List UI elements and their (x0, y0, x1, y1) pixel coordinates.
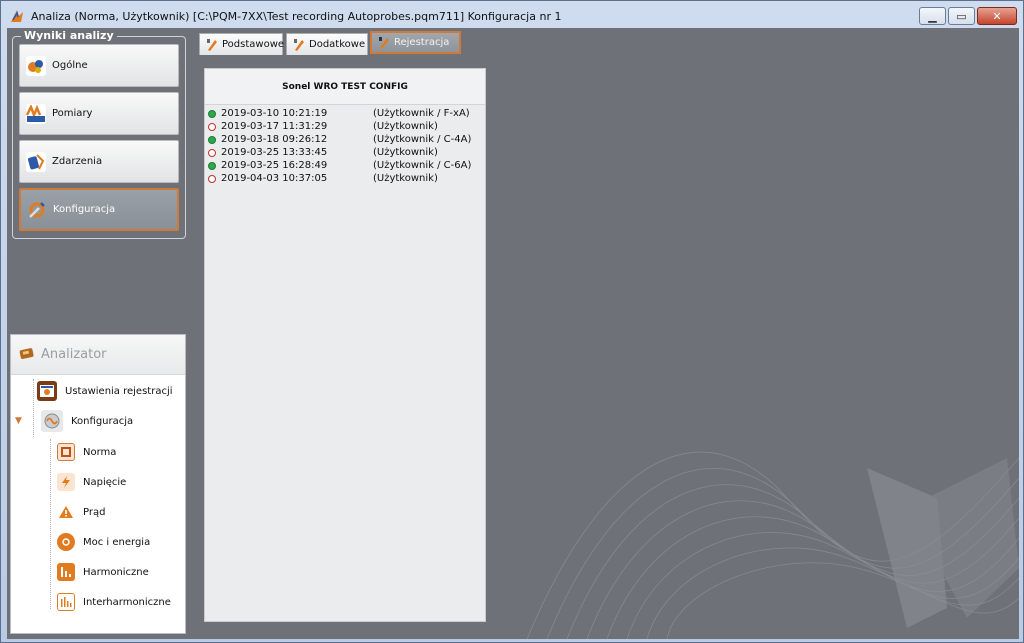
nav-button-measurements[interactable]: Pomiary (19, 92, 179, 135)
analyzer-icon (19, 346, 35, 364)
tree-connector (50, 439, 51, 609)
tab-basic[interactable]: Podstawowe (199, 33, 285, 55)
norm-icon (57, 443, 75, 461)
chevron-down-icon[interactable]: ▼ (15, 416, 25, 426)
configuration-tree-icon (41, 410, 63, 432)
entry-timestamp: 2019-04-03 10:37:05 (221, 173, 328, 184)
events-icon (26, 151, 46, 172)
recording-list: 2019-03-10 10:21:19 (Użytkownik / F-xA) … (205, 105, 485, 185)
status-stop-icon (208, 148, 216, 157)
tree-item-label: Ustawienia rejestracji (65, 385, 173, 397)
restore-button[interactable]: ▭ (948, 7, 975, 25)
nav-button-measurements-label: Pomiary (52, 108, 93, 119)
analyzer-header: Analizator (11, 335, 185, 375)
edit-icon (293, 38, 305, 52)
power-energy-icon (57, 533, 75, 551)
entry-info: (Użytkownik / C-6A) (373, 160, 472, 171)
main-area: Wyniki analizy Ogólne Pomiary Zdarzenia (7, 28, 1019, 639)
status-stop-icon (208, 174, 216, 183)
nav-button-configuration-label: Konfiguracja (53, 204, 116, 215)
nav-button-events-label: Zdarzenia (52, 156, 103, 167)
config-panel-title: Sonel WRO TEST CONFIG (205, 69, 485, 105)
harmonics-icon (57, 563, 75, 581)
nav-button-general[interactable]: Ogólne (19, 44, 179, 87)
tree-item-label: Moc i energia (83, 536, 151, 548)
tree-item-label: Norma (83, 446, 117, 458)
tab-label: Podstawowe (222, 39, 285, 50)
status-start-icon (208, 135, 216, 144)
entry-info: (Użytkownik) (373, 121, 438, 132)
tree-item-interharmonics[interactable]: Interharmoniczne (57, 590, 171, 614)
title-bar: Analiza (Norma, Użytkownik) [C:\PQM-7XX\… (1, 1, 1023, 31)
nav-button-general-label: Ogólne (52, 60, 88, 71)
entry-info: (Użytkownik / F-xA) (373, 108, 470, 119)
analysis-results-legend: Wyniki analizy (21, 29, 117, 42)
entry-info: (Użytkownik / C-4A) (373, 134, 472, 145)
recording-entry[interactable]: 2019-03-18 09:26:12 (Użytkownik / C-4A) (205, 133, 485, 146)
status-start-icon (208, 109, 216, 118)
edit-icon (378, 36, 390, 50)
entry-timestamp: 2019-03-18 09:26:12 (221, 134, 328, 145)
recording-entry[interactable]: 2019-03-25 16:28:49 (Użytkownik / C-6A) (205, 159, 485, 172)
tree-item-label: Interharmoniczne (83, 596, 171, 608)
tree-item-power-energy[interactable]: Moc i energia (57, 530, 150, 554)
application-window: Analiza (Norma, Użytkownik) [C:\PQM-7XX\… (0, 0, 1024, 643)
tree-item-current[interactable]: Prąd (57, 500, 105, 524)
tree-item-label: Prąd (83, 506, 106, 518)
app-logo-icon (9, 8, 25, 24)
close-button[interactable]: ✕ (977, 7, 1017, 25)
tree-item-label: Harmoniczne (83, 566, 149, 578)
tree-item-label: Napięcie (83, 476, 127, 488)
recording-entry[interactable]: 2019-04-03 10:37:05 (Użytkownik) (205, 172, 485, 185)
minimize-button[interactable]: ▁ (919, 7, 946, 25)
tree-item-norm[interactable]: Norma (57, 440, 116, 464)
analyzer-title: Analizator (41, 347, 107, 362)
interharmonics-icon (57, 593, 75, 611)
nav-button-configuration[interactable]: Konfiguracja (19, 188, 179, 231)
recording-entry[interactable]: 2019-03-17 11:31:29 (Użytkownik) (205, 120, 485, 133)
edit-icon (206, 38, 218, 52)
tab-label: Dodatkowe (309, 39, 366, 50)
tree-item-voltage[interactable]: Napięcie (57, 470, 126, 494)
tree-item-configuration[interactable]: ▼ Konfiguracja (15, 409, 133, 433)
tab-recording[interactable]: Rejestracja (370, 31, 461, 54)
configuration-icon (27, 200, 47, 220)
entry-timestamp: 2019-03-25 16:28:49 (221, 160, 328, 171)
status-start-icon (208, 161, 216, 170)
status-stop-icon (208, 122, 216, 131)
entry-timestamp: 2019-03-10 10:21:19 (221, 108, 328, 119)
measurements-icon (26, 103, 46, 124)
entry-timestamp: 2019-03-17 11:31:29 (221, 121, 328, 132)
current-icon (57, 503, 75, 521)
recording-settings-icon (37, 381, 57, 401)
window-title: Analiza (Norma, Użytkownik) [C:\PQM-7XX\… (31, 9, 562, 23)
tree-item-label: Konfiguracja (71, 415, 134, 427)
entry-info: (Użytkownik) (373, 147, 438, 158)
entry-timestamp: 2019-03-25 13:33:45 (221, 147, 328, 158)
general-icon (26, 55, 46, 76)
tree-item-recording-settings[interactable]: Ustawienia rejestracji (37, 379, 173, 403)
analyzer-panel: Analizator Ustawienia rejestracji ▼ Konf… (10, 334, 186, 634)
recording-entry[interactable]: 2019-03-25 13:33:45 (Użytkownik) (205, 146, 485, 159)
entry-info: (Użytkownik) (373, 173, 438, 184)
analysis-results-group: Wyniki analizy Ogólne Pomiary Zdarzenia (12, 29, 186, 239)
recording-entry[interactable]: 2019-03-10 10:21:19 (Użytkownik / F-xA) (205, 107, 485, 120)
tab-label: Rejestracja (394, 37, 450, 48)
nav-button-events[interactable]: Zdarzenia (19, 140, 179, 183)
voltage-icon (57, 473, 75, 491)
recording-config-panel: Sonel WRO TEST CONFIG 2019-03-10 10:21:1… (204, 68, 486, 622)
tab-additional[interactable]: Dodatkowe (286, 33, 368, 55)
tree-item-harmonics[interactable]: Harmoniczne (57, 560, 149, 584)
